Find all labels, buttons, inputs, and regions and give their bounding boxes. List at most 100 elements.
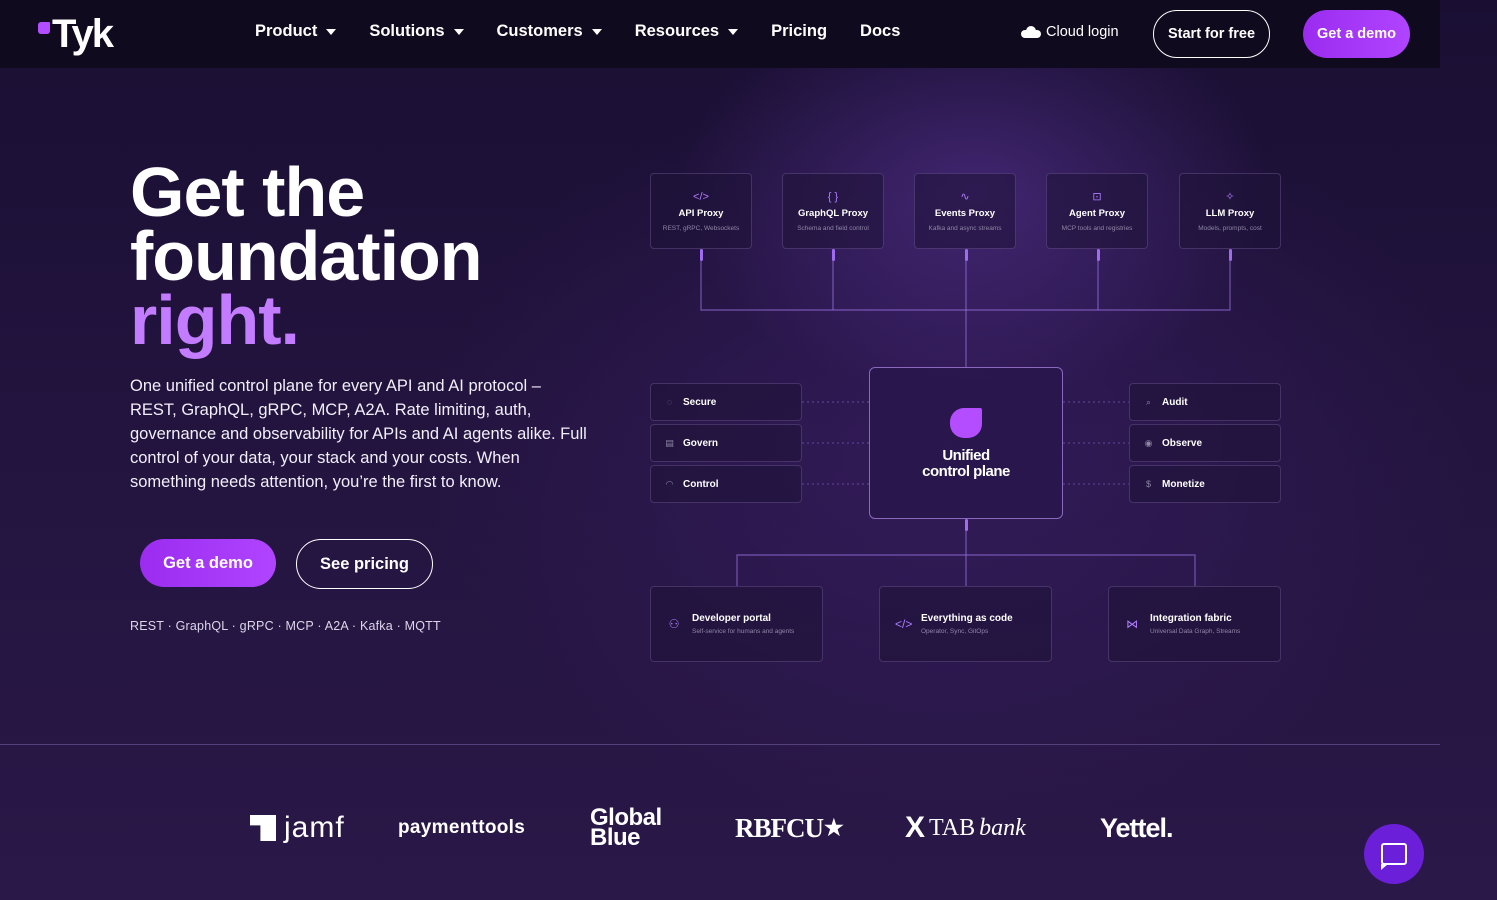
card-title: Govern: [683, 437, 719, 449]
logo-wordmark: Tyk: [52, 12, 114, 56]
yettel-logo: Yettel.: [1100, 800, 1174, 856]
pulse-icon: ∿: [960, 191, 970, 203]
monetize-card[interactable]: $ Monetize: [1129, 465, 1281, 503]
card-title: GraphQL Proxy: [797, 208, 869, 219]
gauge-icon: ◠: [665, 478, 674, 489]
card-subtitle: Universal Data Graph, Streams: [1150, 628, 1241, 635]
star-icon: ★: [824, 815, 844, 840]
global-blue-logo: Global Blue: [590, 800, 662, 856]
menu-label: Pricing: [771, 21, 828, 40]
hero-title-line2: foundation: [130, 217, 483, 295]
share-icon: ⋈: [1126, 617, 1138, 631]
secure-card[interactable]: ◌ Secure: [650, 383, 802, 421]
menu-item-resources[interactable]: Resources: [634, 21, 739, 41]
code-icon: </>: [693, 191, 709, 203]
tyk-leaf-icon: [38, 22, 50, 34]
everything-as-code-card[interactable]: </> Everything as code Operator, Sync, G…: [879, 586, 1052, 662]
paymenttools-wordmark: paymenttools: [398, 817, 526, 838]
hero-title: Get the foundation right.: [130, 153, 483, 359]
agent-proxy-card[interactable]: ⊡ Agent Proxy MCP tools and registries: [1046, 173, 1148, 249]
protocol-list: REST · GraphQL · gRPC · MCP · A2A · Kafk…: [130, 619, 441, 633]
see-pricing-button[interactable]: See pricing: [296, 539, 433, 589]
menu-item-product[interactable]: Product: [255, 21, 337, 41]
rbfcu-logo: RBFCU ★: [735, 800, 844, 856]
menu-label: Customers: [496, 21, 583, 40]
top-navbar: Tyk Product Solutions Customers Resource…: [0, 0, 1440, 68]
caret-down-icon: [453, 28, 464, 35]
start-for-free-button[interactable]: Start for free: [1153, 10, 1270, 58]
chat-widget-button[interactable]: [1364, 824, 1424, 884]
tab-wordmark: TAB: [929, 814, 976, 841]
card-title: Control: [683, 478, 719, 490]
caret-down-icon: [728, 28, 739, 35]
menu-item-docs[interactable]: Docs: [860, 22, 900, 41]
menu-label: Docs: [860, 21, 901, 40]
users-icon: ⚇: [668, 617, 680, 631]
rbfcu-wordmark: RBFCU: [735, 812, 824, 843]
card-title: API Proxy: [678, 208, 724, 219]
hero-title-line3: right.: [130, 281, 300, 359]
broadcast-icon: ◉: [1144, 437, 1153, 448]
paymenttools-logo: paymenttools: [398, 800, 525, 856]
center-title-line1: Unified: [942, 447, 990, 464]
caret-down-icon: [326, 28, 337, 35]
unified-control-plane-card[interactable]: Unified control plane: [869, 367, 1063, 519]
hero-get-demo-button[interactable]: Get a demo: [140, 539, 276, 587]
cloud-login-link[interactable]: Cloud login: [1021, 24, 1119, 40]
card-title: Monetize: [1162, 478, 1205, 490]
control-card[interactable]: ◠ Control: [650, 465, 802, 503]
card-title: Everything as code: [921, 613, 1013, 624]
menu-item-solutions[interactable]: Solutions: [369, 21, 464, 41]
card-text: Developer portal Self-service for humans…: [692, 613, 794, 635]
document-icon: ▤: [665, 437, 674, 448]
card-title: Integration fabric: [1150, 613, 1232, 624]
card-subtitle: Self-service for humans and agents: [692, 628, 795, 635]
menu-label: Solutions: [369, 21, 445, 40]
menu-label: Resources: [634, 21, 720, 40]
jamf-wordmark: jamf: [284, 811, 345, 844]
search-icon: ⌕: [1145, 396, 1152, 407]
llm-proxy-card[interactable]: ✧ LLM Proxy Models, prompts, cost: [1179, 173, 1281, 249]
graphql-proxy-card[interactable]: { } GraphQL Proxy Schema and field contr…: [782, 173, 884, 249]
shield-icon: ◌: [666, 396, 673, 407]
hero-title-line1: Get the: [130, 153, 365, 231]
global-blue-line2: Blue: [590, 824, 641, 851]
menu-label: Product: [255, 21, 318, 40]
card-title: LLM Proxy: [1205, 208, 1255, 219]
observe-card[interactable]: ◉ Observe: [1129, 424, 1281, 462]
chat-bubble-icon: [1381, 843, 1407, 870]
card-subtitle: MCP tools and registries: [1061, 225, 1133, 232]
card-title: Developer portal: [692, 613, 771, 624]
dollar-icon: $: [1145, 478, 1151, 489]
card-title: Agent Proxy: [1069, 208, 1125, 219]
menu-item-customers[interactable]: Customers: [497, 22, 602, 41]
nav-get-demo-button[interactable]: Get a demo: [1303, 10, 1410, 58]
jamf-mark-icon: [250, 815, 276, 841]
integration-fabric-card[interactable]: ⋈ Integration fabric Universal Data Grap…: [1108, 586, 1281, 662]
card-subtitle: Operator, Sync, GitOps: [921, 628, 989, 635]
braces-icon: { }: [827, 191, 839, 203]
events-proxy-card[interactable]: ∿ Events Proxy Kafka and async streams: [914, 173, 1016, 249]
api-proxy-card[interactable]: </> API Proxy REST, gRPC, Websockets: [650, 173, 752, 249]
section-divider: [0, 744, 1440, 745]
tyk-logo[interactable]: Tyk: [38, 12, 114, 56]
audit-card[interactable]: ⌕ Audit: [1129, 383, 1281, 421]
main-menu: Product Solutions Customers Resources Pr…: [255, 0, 933, 62]
card-title: Audit: [1162, 396, 1188, 408]
card-text: Everything as code Operator, Sync, GitOp…: [921, 613, 1013, 635]
developer-portal-card[interactable]: ⚇ Developer portal Self-service for huma…: [650, 586, 823, 662]
center-title-line2: control plane: [922, 463, 1010, 480]
card-text: Integration fabric Universal Data Graph,…: [1150, 613, 1240, 635]
govern-card[interactable]: ▤ Govern: [650, 424, 802, 462]
card-title: Events Proxy: [934, 208, 996, 219]
center-title: Unified control plane: [870, 448, 1062, 480]
robot-icon: ⊡: [1092, 191, 1102, 203]
cloud-icon: [1021, 26, 1041, 38]
card-subtitle: Schema and field control: [797, 225, 869, 232]
sparkle-icon: ✧: [1225, 191, 1235, 203]
card-subtitle: REST, gRPC, Websockets: [662, 225, 740, 232]
code-icon: </>: [895, 617, 913, 631]
tyk-leaf-icon: [950, 408, 982, 438]
menu-item-pricing[interactable]: Pricing: [771, 22, 827, 41]
card-subtitle: Models, prompts, cost: [1198, 225, 1262, 232]
